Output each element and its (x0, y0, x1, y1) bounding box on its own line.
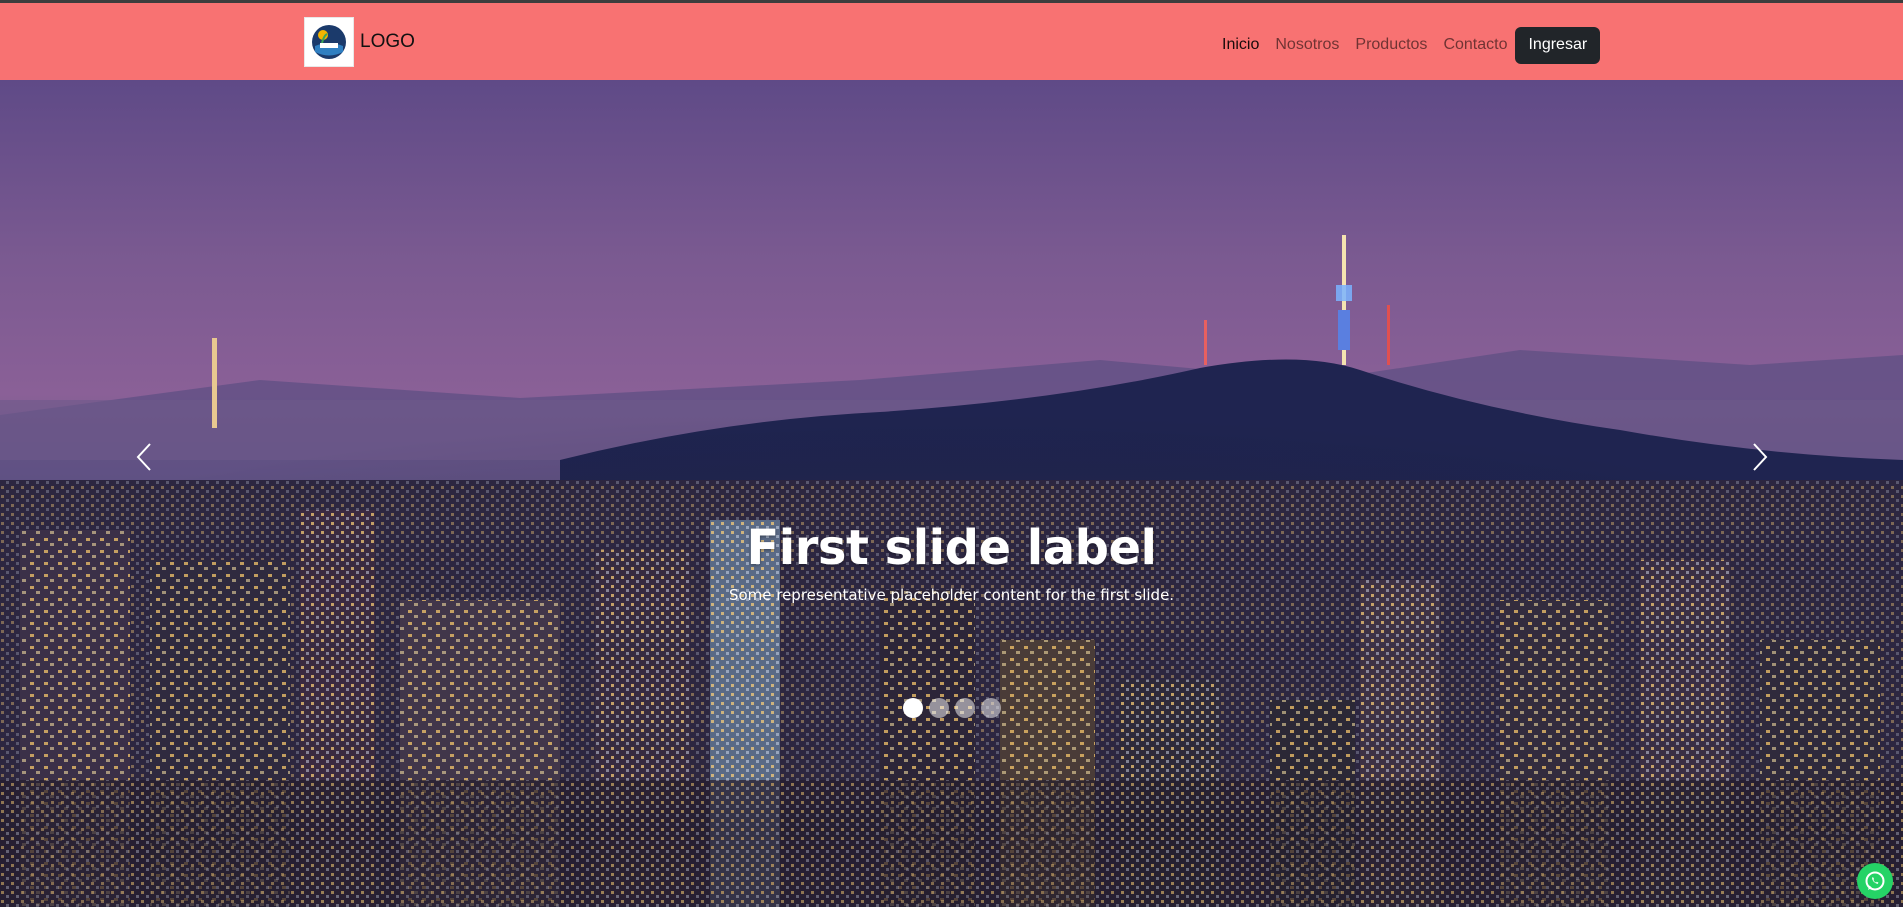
carousel-caption: First slide label Some representative pl… (0, 520, 1903, 604)
nav-link-nosotros[interactable]: Nosotros (1275, 25, 1339, 65)
whatsapp-button[interactable] (1857, 863, 1893, 899)
carousel-next-button[interactable] (1740, 437, 1780, 477)
logo-image (304, 17, 354, 67)
slide-title: First slide label (746, 520, 1157, 576)
nav-links: Inicio Nosotros Productos Contacto Ingre… (1222, 25, 1601, 65)
chevron-right-icon (1753, 443, 1768, 471)
brand-text: LOGO (360, 31, 415, 52)
carousel-indicator-4[interactable] (981, 698, 1001, 718)
navbar: LOGO Inicio Nosotros Productos Contacto … (0, 3, 1903, 80)
nav-link-contacto[interactable]: Contacto (1443, 25, 1507, 65)
brand-link[interactable]: LOGO (304, 17, 415, 67)
city-skyline-image (0, 235, 1903, 907)
login-button[interactable]: Ingresar (1515, 26, 1601, 64)
hero-carousel: First slide label Some representative pl… (0, 80, 1903, 907)
carousel-indicator-2[interactable] (929, 698, 949, 718)
carousel-prev-button[interactable] (124, 437, 164, 477)
nav-link-inicio[interactable]: Inicio (1222, 25, 1259, 65)
slide-text: Some representative placeholder content … (728, 586, 1175, 604)
carousel-indicator-3[interactable] (955, 698, 975, 718)
carousel-indicators (903, 698, 1007, 718)
carousel-indicator-1[interactable] (903, 698, 923, 718)
nav-link-productos[interactable]: Productos (1355, 25, 1427, 65)
chevron-left-icon (136, 443, 151, 471)
whatsapp-icon (1865, 871, 1885, 891)
